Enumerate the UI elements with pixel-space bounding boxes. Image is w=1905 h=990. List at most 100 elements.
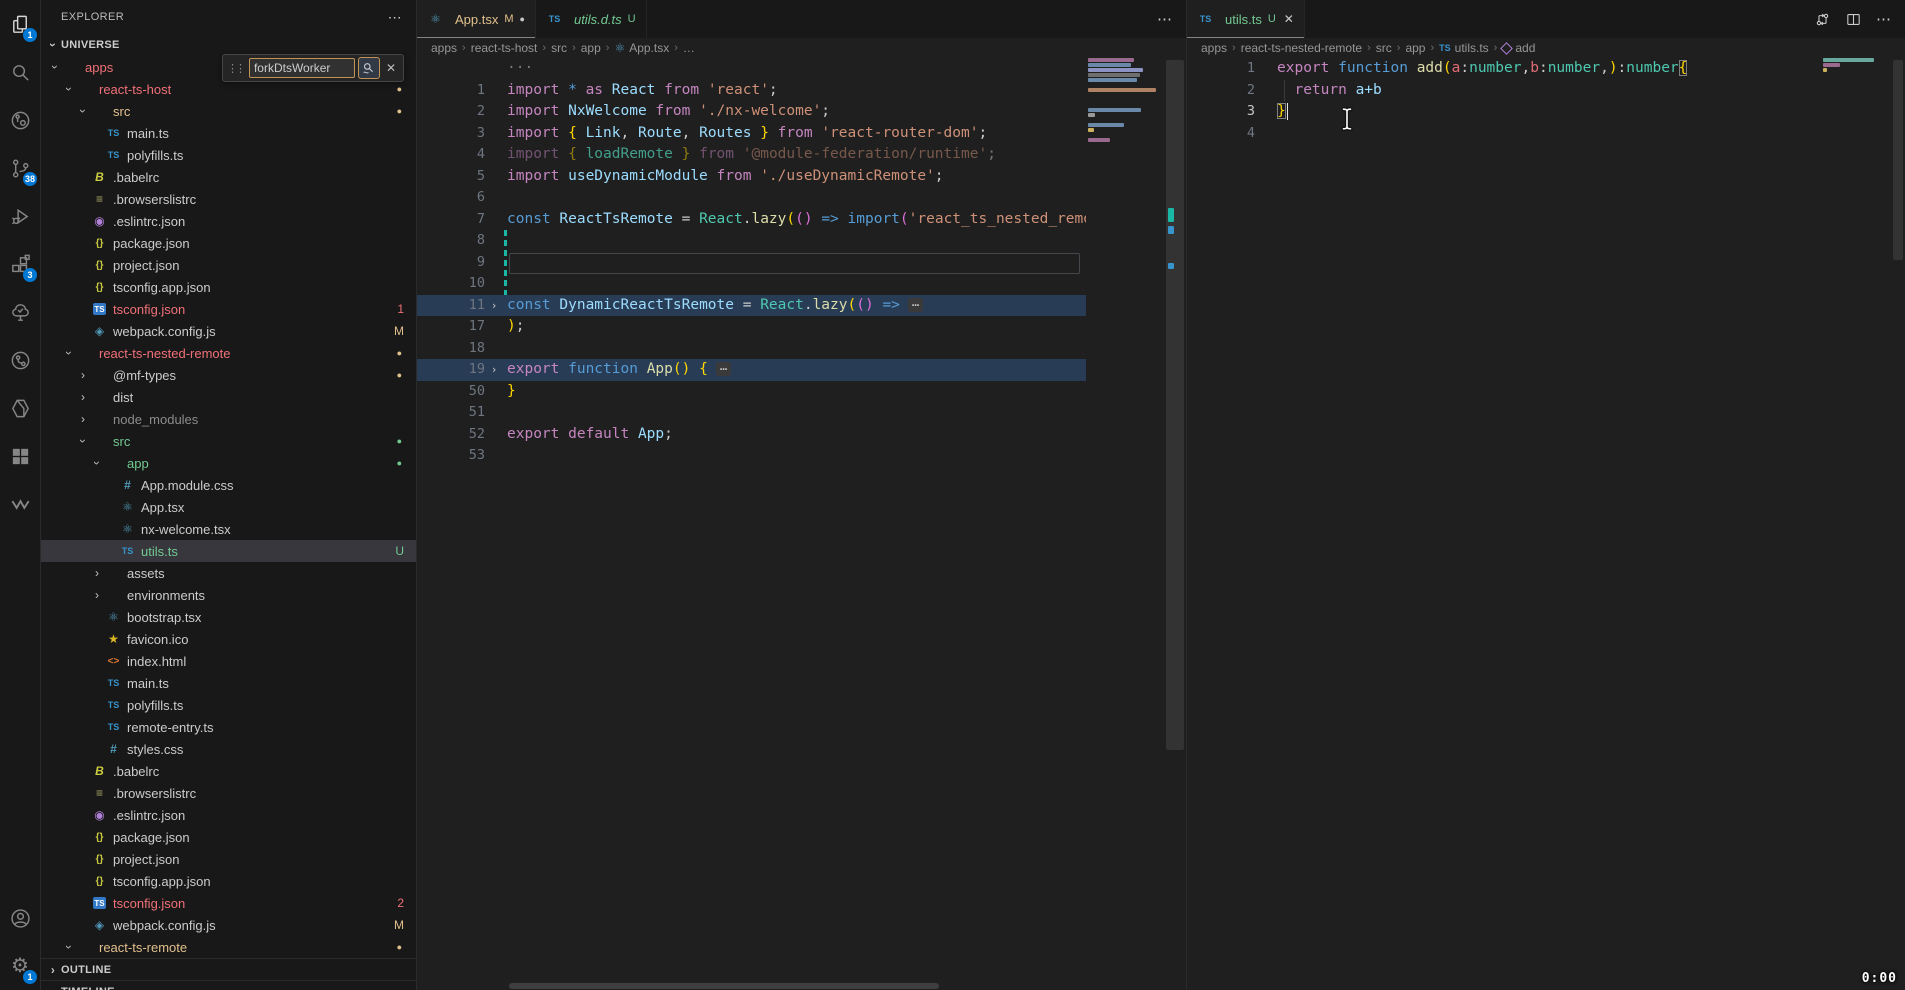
breadcrumb-item-react-ts-host[interactable]: react-ts-host: [471, 41, 538, 55]
minimap-line: [1088, 133, 1162, 137]
tree-item-src[interactable]: ›src●: [41, 430, 416, 452]
tab-utils.ts[interactable]: TSutils.tsU✕: [1187, 0, 1305, 38]
tree-item-package.json[interactable]: {}package.json: [41, 826, 416, 848]
tab-utils.d.ts[interactable]: TSutils.d.tsU: [536, 0, 647, 38]
breadcrumb-item-…[interactable]: …: [683, 41, 695, 55]
more-actions-icon[interactable]: ⋯: [1157, 10, 1172, 28]
workspace-section-header[interactable]: › UNIVERSE: [41, 34, 416, 56]
activity-item-extensions-icon[interactable]: 3: [0, 240, 40, 288]
tree-item-nx-welcome.tsx[interactable]: ⚛nx-welcome.tsx: [41, 518, 416, 540]
tree-item-react-ts-remote[interactable]: ›react-ts-remote●: [41, 936, 416, 958]
activity-item-grid-icon[interactable]: [0, 432, 40, 480]
tree-item-main.ts[interactable]: TSmain.ts: [41, 672, 416, 694]
tree-item-polyfills.ts[interactable]: TSpolyfills.ts: [41, 694, 416, 716]
tree-item-dist[interactable]: ›dist: [41, 386, 416, 408]
activity-item-search-icon[interactable]: [0, 48, 40, 96]
breadcrumb-item-src[interactable]: src: [1376, 41, 1392, 55]
tree-item-webpack.config.js[interactable]: ◈webpack.config.jsM: [41, 914, 416, 936]
sidebar-more-actions-icon[interactable]: ⋯: [388, 9, 402, 26]
tree-item-App.tsx[interactable]: ⚛App.tsx: [41, 496, 416, 518]
breadcrumb-item-App.tsx[interactable]: ⚛App.tsx: [614, 41, 669, 55]
tree-item-tsconfig.app.json[interactable]: {}tsconfig.app.json: [41, 276, 416, 298]
tree-item-tsconfig.app.json[interactable]: {}tsconfig.app.json: [41, 870, 416, 892]
activity-item-explorer-icon[interactable]: 1: [0, 0, 40, 48]
breadcrumb-item-react-ts-nested-remote[interactable]: react-ts-nested-remote: [1241, 41, 1362, 55]
timeline-section-header[interactable]: › TIMELINE: [41, 980, 416, 990]
breadcrumb-item-app[interactable]: app: [581, 41, 601, 55]
code-editor-utils-ts[interactable]: 1export function add(a:number,b:number,)…: [1187, 58, 1905, 990]
breadcrumb-item-app[interactable]: app: [1405, 41, 1425, 55]
tree-item-label: tsconfig.json: [113, 302, 185, 317]
drag-grip-icon[interactable]: ⋮⋮: [227, 62, 246, 75]
line-number: 6: [439, 187, 485, 209]
minimap[interactable]: [1088, 58, 1162, 148]
tree-item-node_modules[interactable]: ›node_modules: [41, 408, 416, 430]
activity-item-source-control-icon[interactable]: 38: [0, 144, 40, 192]
split-editor-icon[interactable]: [1845, 11, 1862, 28]
tree-item-app[interactable]: ›app●: [41, 452, 416, 474]
tree-item-main.ts[interactable]: TSmain.ts: [41, 122, 416, 144]
minimap[interactable]: [1823, 58, 1887, 78]
tree-item-.eslintrc.json[interactable]: ◉.eslintrc.json: [41, 210, 416, 232]
activity-item-run-debug-icon[interactable]: [0, 192, 40, 240]
tree-item-environments[interactable]: ›environments: [41, 584, 416, 606]
babel-file-icon: B: [91, 170, 108, 184]
tree-filter-input[interactable]: [249, 58, 355, 78]
tree-item-.babelrc[interactable]: B.babelrc: [41, 760, 416, 782]
tree-item-index.html[interactable]: <>index.html: [41, 650, 416, 672]
tree-item-label: react-ts-nested-remote: [99, 346, 231, 361]
fold-chevron-icon[interactable]: ›: [485, 359, 503, 381]
tree-item-remote-entry.ts[interactable]: TSremote-entry.ts: [41, 716, 416, 738]
breadcrumb-item-apps[interactable]: apps: [1201, 41, 1227, 55]
chevron-right-icon: ›: [89, 588, 105, 602]
breadcrumb-item-add[interactable]: add: [1502, 41, 1535, 55]
tree-item-polyfills.ts[interactable]: TSpolyfills.ts: [41, 144, 416, 166]
tree-item-label: assets: [127, 566, 165, 581]
tree-item-tsconfig.json[interactable]: TStsconfig.json2: [41, 892, 416, 914]
compare-changes-icon[interactable]: [1814, 11, 1831, 28]
activity-item-nx-console-icon[interactable]: [0, 384, 40, 432]
vertical-scrollbar[interactable]: [1891, 58, 1905, 990]
vertical-scrollbar[interactable]: [1164, 58, 1186, 990]
activity-item-test-tree-icon[interactable]: [0, 288, 40, 336]
tree-item-.browserslistrc[interactable]: ≡.browserslistrc: [41, 188, 416, 210]
horizontal-scrollbar[interactable]: [509, 983, 939, 989]
tree-item-.babelrc[interactable]: B.babelrc: [41, 166, 416, 188]
dirty-dot-icon[interactable]: ●: [520, 14, 525, 24]
code-text: [507, 273, 1086, 295]
fold-chevron-icon[interactable]: ›: [485, 295, 503, 317]
tree-item-react-ts-nested-remote[interactable]: ›react-ts-nested-remote●: [41, 342, 416, 364]
code-editor-app-tsx[interactable]: ···1import * as React from 'react';2impo…: [417, 58, 1186, 990]
close-icon[interactable]: ✕: [383, 61, 399, 75]
tree-item-assets[interactable]: ›assets: [41, 562, 416, 584]
tree-item-styles.css[interactable]: #styles.css: [41, 738, 416, 760]
tree-item-src[interactable]: ›src●: [41, 100, 416, 122]
close-icon[interactable]: ✕: [1284, 12, 1294, 26]
breadcrumb-item-utils.ts[interactable]: TSutils.ts: [1439, 41, 1489, 55]
activity-item-settings-icon[interactable]: ⚙1: [0, 942, 40, 990]
more-icon[interactable]: ⋯: [1876, 10, 1891, 28]
gutter: 18: [417, 338, 507, 360]
tab-App.tsx[interactable]: ⚛App.tsxM●: [417, 0, 536, 38]
activity-item-wave-icon[interactable]: [0, 480, 40, 528]
tree-item-webpack.config.js[interactable]: ◈webpack.config.jsM: [41, 320, 416, 342]
activity-item-git-graph-icon[interactable]: [0, 336, 40, 384]
outline-section-header[interactable]: › OUTLINE: [41, 958, 416, 981]
breadcrumb-item-src[interactable]: src: [551, 41, 567, 55]
tree-item-favicon.ico[interactable]: ★favicon.ico: [41, 628, 416, 650]
tree-item-.eslintrc.json[interactable]: ◉.eslintrc.json: [41, 804, 416, 826]
activity-item-account-icon[interactable]: [0, 894, 40, 942]
tree-item-project.json[interactable]: {}project.json: [41, 848, 416, 870]
tree-item-@mf-types[interactable]: ›@mf-types●: [41, 364, 416, 386]
activity-item-remote-graph-icon[interactable]: [0, 96, 40, 144]
tree-item-utils.ts[interactable]: TSutils.tsU: [41, 540, 416, 562]
tree-item-.browserslistrc[interactable]: ≡.browserslistrc: [41, 782, 416, 804]
tree-item-bootstrap.tsx[interactable]: ⚛bootstrap.tsx: [41, 606, 416, 628]
tree-item-App.module.css[interactable]: #App.module.css: [41, 474, 416, 496]
tree-item-package.json[interactable]: {}package.json: [41, 232, 416, 254]
webpack-file-icon: ◈: [91, 324, 108, 338]
breadcrumb-item-apps[interactable]: apps: [431, 41, 457, 55]
tree-item-project.json[interactable]: {}project.json: [41, 254, 416, 276]
fuzzy-filter-toggle[interactable]: [358, 57, 380, 79]
tree-item-tsconfig.json[interactable]: TStsconfig.json1: [41, 298, 416, 320]
